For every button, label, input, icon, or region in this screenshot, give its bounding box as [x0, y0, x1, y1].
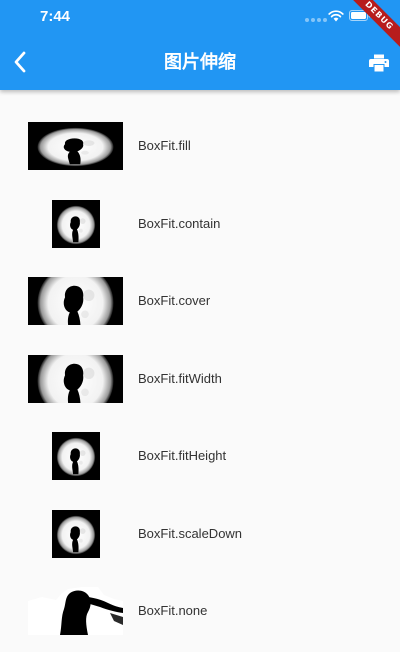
- status-bar: 7:44: [0, 0, 400, 34]
- list-item-boxfit-contain[interactable]: BoxFit.contain: [0, 183, 400, 261]
- list-item-boxfit-none[interactable]: BoxFit.none: [0, 570, 400, 648]
- boxfit-contain-image: [52, 199, 100, 248]
- toolbar: 图片伸缩: [0, 34, 400, 90]
- print-button[interactable]: [364, 48, 394, 78]
- wifi-icon: [328, 10, 344, 22]
- app-bar: 7:44 图片伸缩: [0, 0, 400, 90]
- boxfit-label: BoxFit.scaleDown: [138, 525, 243, 541]
- boxfit-list: BoxFit.fill BoxFit.contain BoxFit.cover …: [0, 90, 400, 648]
- boxfit-fill-image: [28, 122, 123, 170]
- screen: 7:44 图片伸缩 DEBUG BoxFit.fill BoxFit.conta…: [0, 0, 400, 652]
- list-item-boxfit-fitheight[interactable]: BoxFit.fitHeight: [0, 415, 400, 493]
- boxfit-fitwidth-image: [28, 354, 123, 403]
- back-button[interactable]: [4, 40, 36, 84]
- boxfit-scaledown-image: [52, 509, 100, 558]
- list-item-boxfit-fitwidth[interactable]: BoxFit.fitWidth: [0, 338, 400, 416]
- page-title: 图片伸缩: [164, 52, 236, 73]
- boxfit-none-image: [28, 587, 123, 635]
- list-item-boxfit-fill[interactable]: BoxFit.fill: [0, 105, 400, 183]
- boxfit-label: BoxFit.fitWidth: [138, 370, 222, 386]
- boxfit-label: BoxFit.contain: [138, 215, 221, 231]
- boxfit-fitheight-image: [52, 432, 100, 480]
- chevron-left-icon: [14, 51, 26, 73]
- list-item-boxfit-scaledown[interactable]: BoxFit.scaleDown: [0, 493, 400, 571]
- boxfit-label: BoxFit.none: [138, 603, 208, 618]
- boxfit-label: BoxFit.fill: [138, 138, 191, 153]
- boxfit-label: BoxFit.fitHeight: [138, 448, 227, 463]
- status-time: 7:44: [40, 8, 71, 25]
- cellular-signal-icon: [305, 18, 327, 22]
- boxfit-label: BoxFit.cover: [138, 293, 211, 308]
- boxfit-cover-image: [28, 277, 123, 325]
- print-icon: [369, 54, 389, 72]
- list-item-boxfit-cover[interactable]: BoxFit.cover: [0, 260, 400, 338]
